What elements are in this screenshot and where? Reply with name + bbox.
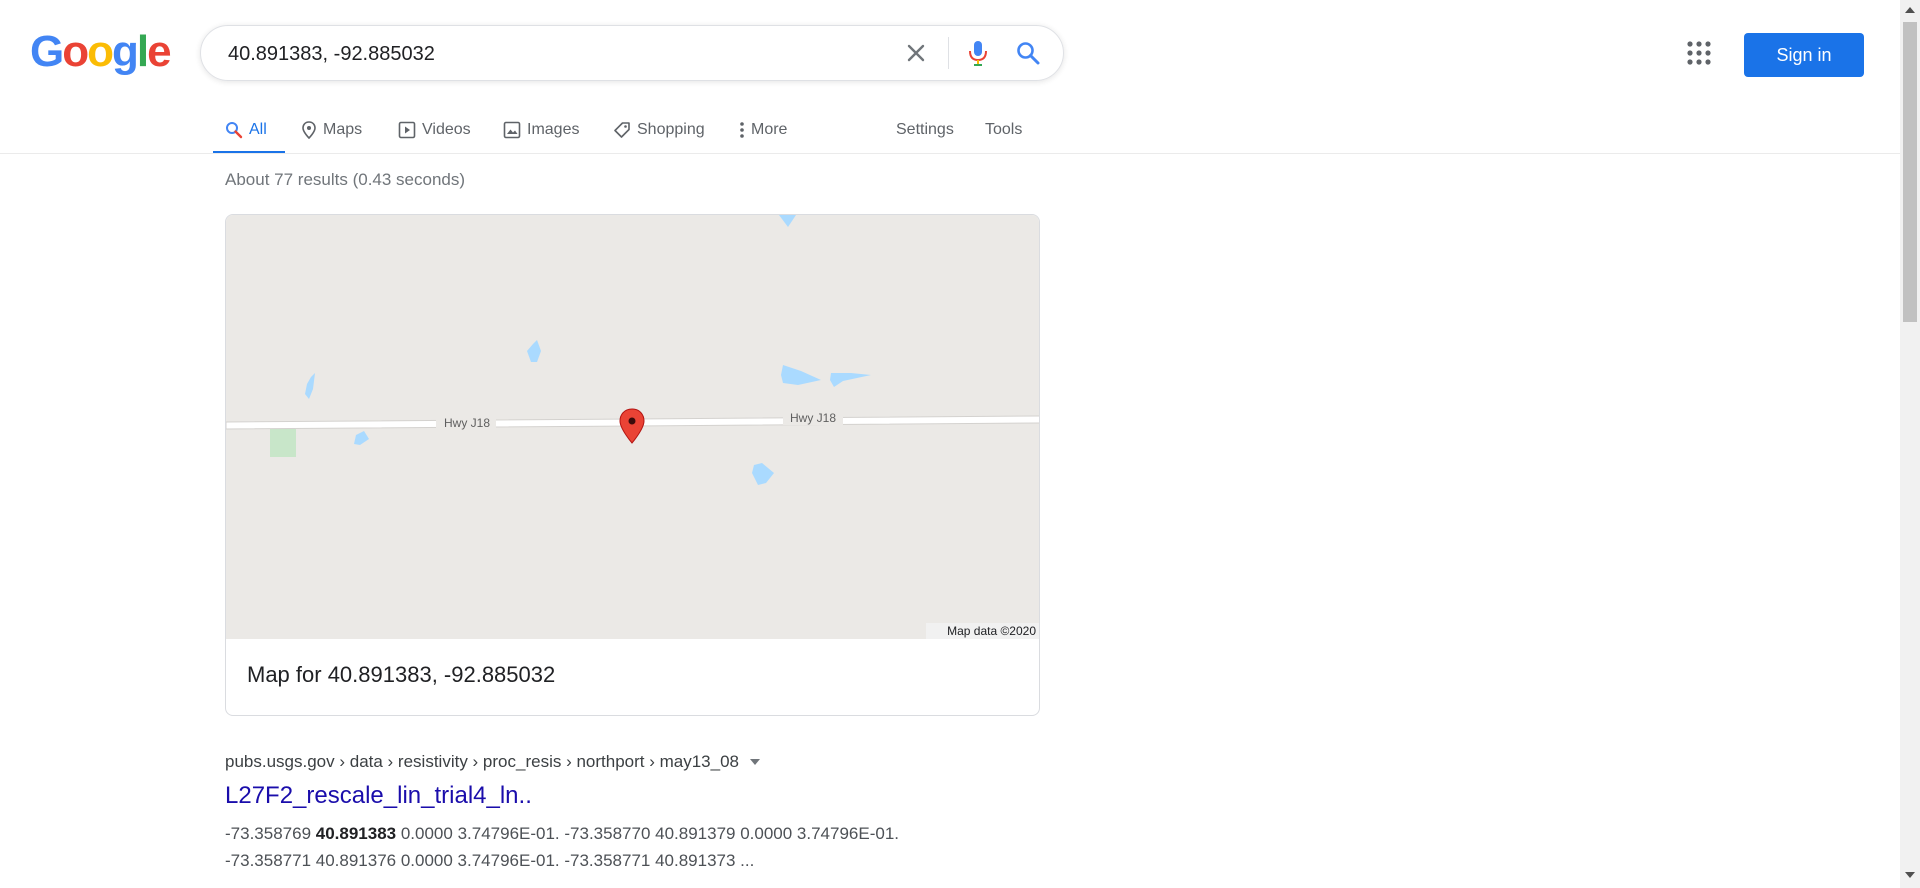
map-caption[interactable]: Map for 40.891383, -92.885032: [247, 662, 555, 688]
tab-label: Maps: [323, 121, 363, 138]
result-stats: About 77 results (0.43 seconds): [225, 170, 466, 189]
search-button[interactable]: [1004, 26, 1052, 80]
more-vert-icon: [740, 122, 744, 138]
google-apps-button[interactable]: [1684, 38, 1714, 68]
tab-label: Videos: [422, 121, 471, 138]
search-icon: [1017, 42, 1040, 65]
scroll-down-arrow-icon[interactable]: [1905, 872, 1915, 879]
search-divider: [948, 37, 949, 69]
page-scrollbar[interactable]: [1900, 0, 1920, 888]
park-area: [270, 429, 296, 457]
result-breadcrumb: pubs.usgs.gov › data › resistivity › pro…: [225, 752, 739, 771]
sign-in-button[interactable]: Sign in: [1744, 33, 1864, 77]
tab-videos[interactable]: Videos: [398, 106, 471, 154]
map-card: Hwy J18 Hwy J18 Map data ©2020 Map for 4…: [225, 214, 1040, 716]
tab-label: Settings: [896, 121, 954, 138]
tab-maps[interactable]: Maps: [301, 106, 362, 154]
search-box: [200, 25, 1064, 82]
tab-all[interactable]: All: [225, 106, 267, 154]
tab-tools[interactable]: Tools: [985, 106, 1022, 154]
tab-images[interactable]: Images: [503, 106, 579, 154]
map-pin-icon: [302, 121, 316, 139]
apps-grid-icon: [1687, 41, 1711, 65]
tab-more[interactable]: More: [739, 106, 787, 154]
logo-letter: g: [112, 27, 139, 76]
result-cite: pubs.usgs.gov › data › resistivity › pro…: [225, 752, 761, 772]
map-image[interactable]: Hwy J18 Hwy J18 Map data ©2020: [226, 215, 1040, 639]
logo-letter: o: [62, 27, 89, 76]
snippet-highlight: 40.891383: [315, 824, 397, 843]
tab-label: All: [249, 121, 267, 138]
clear-button[interactable]: [892, 26, 940, 80]
play-icon: [398, 121, 416, 139]
tab-label: Images: [527, 121, 580, 138]
result-snippet: -73.358769 40.891383 0.0000 3.74796E-01.…: [225, 820, 945, 874]
image-icon: [503, 121, 521, 139]
logo-letter: l: [136, 27, 149, 76]
road-label: Hwy J18: [790, 411, 836, 425]
result-title-link[interactable]: L27F2_rescale_lin_trial4_ln..: [225, 782, 532, 810]
search-input[interactable]: [226, 26, 870, 82]
header-divider: [0, 153, 1900, 154]
scrollbar-thumb[interactable]: [1903, 22, 1917, 322]
map-attribution: Map data ©2020: [947, 624, 1036, 638]
close-icon: [907, 44, 925, 62]
google-logo[interactable]: Google: [30, 27, 172, 76]
dropdown-arrow-icon[interactable]: [749, 758, 761, 766]
snippet-text: -73.358769: [225, 824, 316, 843]
logo-letter: G: [30, 27, 64, 76]
microphone-icon: [969, 41, 987, 66]
snippet-text: 0.0000 3.74796E-01. -73.358770 40.891379…: [396, 824, 900, 843]
tab-settings[interactable]: Settings: [896, 106, 954, 154]
snippet-text: -73.358771 40.891376 0.0000 3.74796E-01.…: [225, 851, 755, 870]
tab-shopping[interactable]: Shopping: [613, 106, 705, 154]
tag-icon: [614, 122, 630, 138]
road-label: Hwy J18: [444, 416, 490, 430]
search-icon: [226, 122, 243, 139]
logo-letter: e: [147, 27, 172, 76]
logo-letter: o: [87, 27, 114, 76]
tab-label: Tools: [985, 121, 1023, 138]
tab-label: More: [751, 121, 788, 138]
voice-search-button[interactable]: [954, 26, 1002, 80]
tab-label: Shopping: [637, 121, 705, 138]
scroll-up-arrow-icon[interactable]: [1905, 6, 1915, 13]
